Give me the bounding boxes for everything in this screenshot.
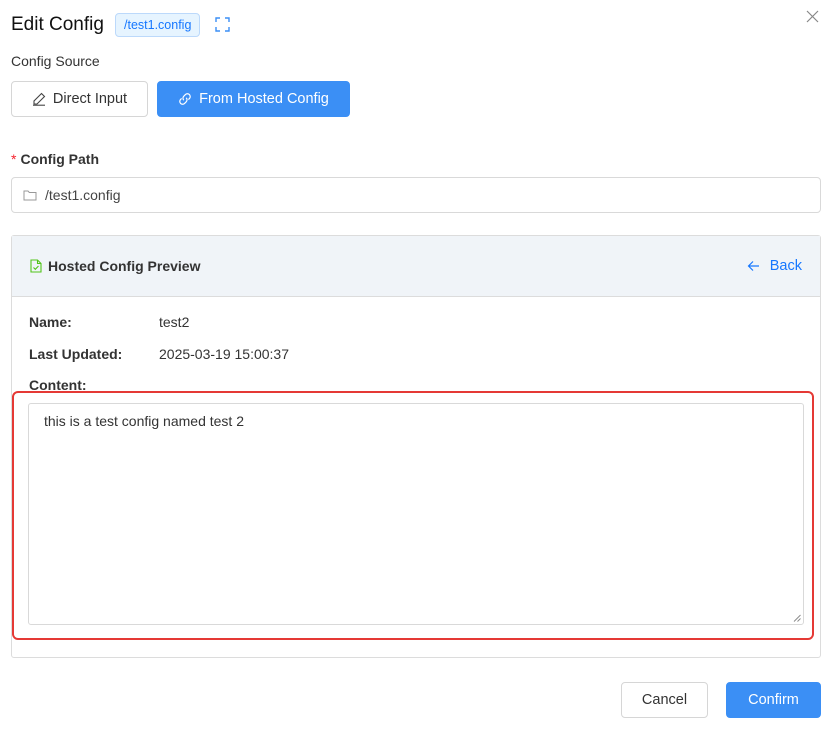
pencil-icon <box>32 92 46 106</box>
required-mark: * <box>11 151 17 167</box>
arrow-left-icon <box>747 261 759 271</box>
name-key: Name: <box>29 314 72 330</box>
link-icon <box>179 93 191 105</box>
file-check-icon <box>30 259 42 273</box>
preview-header: Hosted Config Preview Back <box>12 236 820 297</box>
from-hosted-config-label: From Hosted Config <box>199 91 329 107</box>
resize-grip-icon[interactable] <box>793 614 801 622</box>
expand-icon[interactable] <box>215 17 230 32</box>
last-updated-value: 2025-03-19 15:00:37 <box>159 346 289 362</box>
back-label: Back <box>769 258 802 274</box>
back-button[interactable]: Back <box>747 258 802 274</box>
preview-title-text: Hosted Config Preview <box>48 258 201 274</box>
content-text: this is a test config named test 2 <box>44 413 244 429</box>
direct-input-button[interactable]: Direct Input <box>11 81 148 117</box>
config-path-label: * Config Path <box>11 151 99 167</box>
confirm-button[interactable]: Confirm <box>726 682 821 718</box>
dialog-title: Edit Config <box>11 14 104 35</box>
from-hosted-config-button[interactable]: From Hosted Config <box>157 81 350 117</box>
name-value: test2 <box>159 314 190 330</box>
config-path-input[interactable]: /test1.config <box>11 177 821 213</box>
content-key: Content: <box>29 377 87 393</box>
last-updated-key: Last Updated: <box>29 346 123 362</box>
close-icon[interactable] <box>806 10 819 23</box>
direct-input-label: Direct Input <box>52 91 128 107</box>
preview-title: Hosted Config Preview <box>30 258 200 274</box>
edit-config-dialog: Edit Config /test1.config Config Source … <box>0 0 827 729</box>
config-path-label-text: Config Path <box>20 151 99 167</box>
config-path-tag: /test1.config <box>115 13 201 37</box>
hosted-config-preview-card: Hosted Config Preview Back Name: test2 L… <box>11 235 821 658</box>
content-textarea[interactable]: this is a test config named test 2 <box>28 403 804 625</box>
config-source-label: Config Source <box>11 53 100 69</box>
config-path-value: /test1.config <box>45 187 121 203</box>
cancel-button[interactable]: Cancel <box>621 682 708 718</box>
folder-icon <box>23 190 37 201</box>
